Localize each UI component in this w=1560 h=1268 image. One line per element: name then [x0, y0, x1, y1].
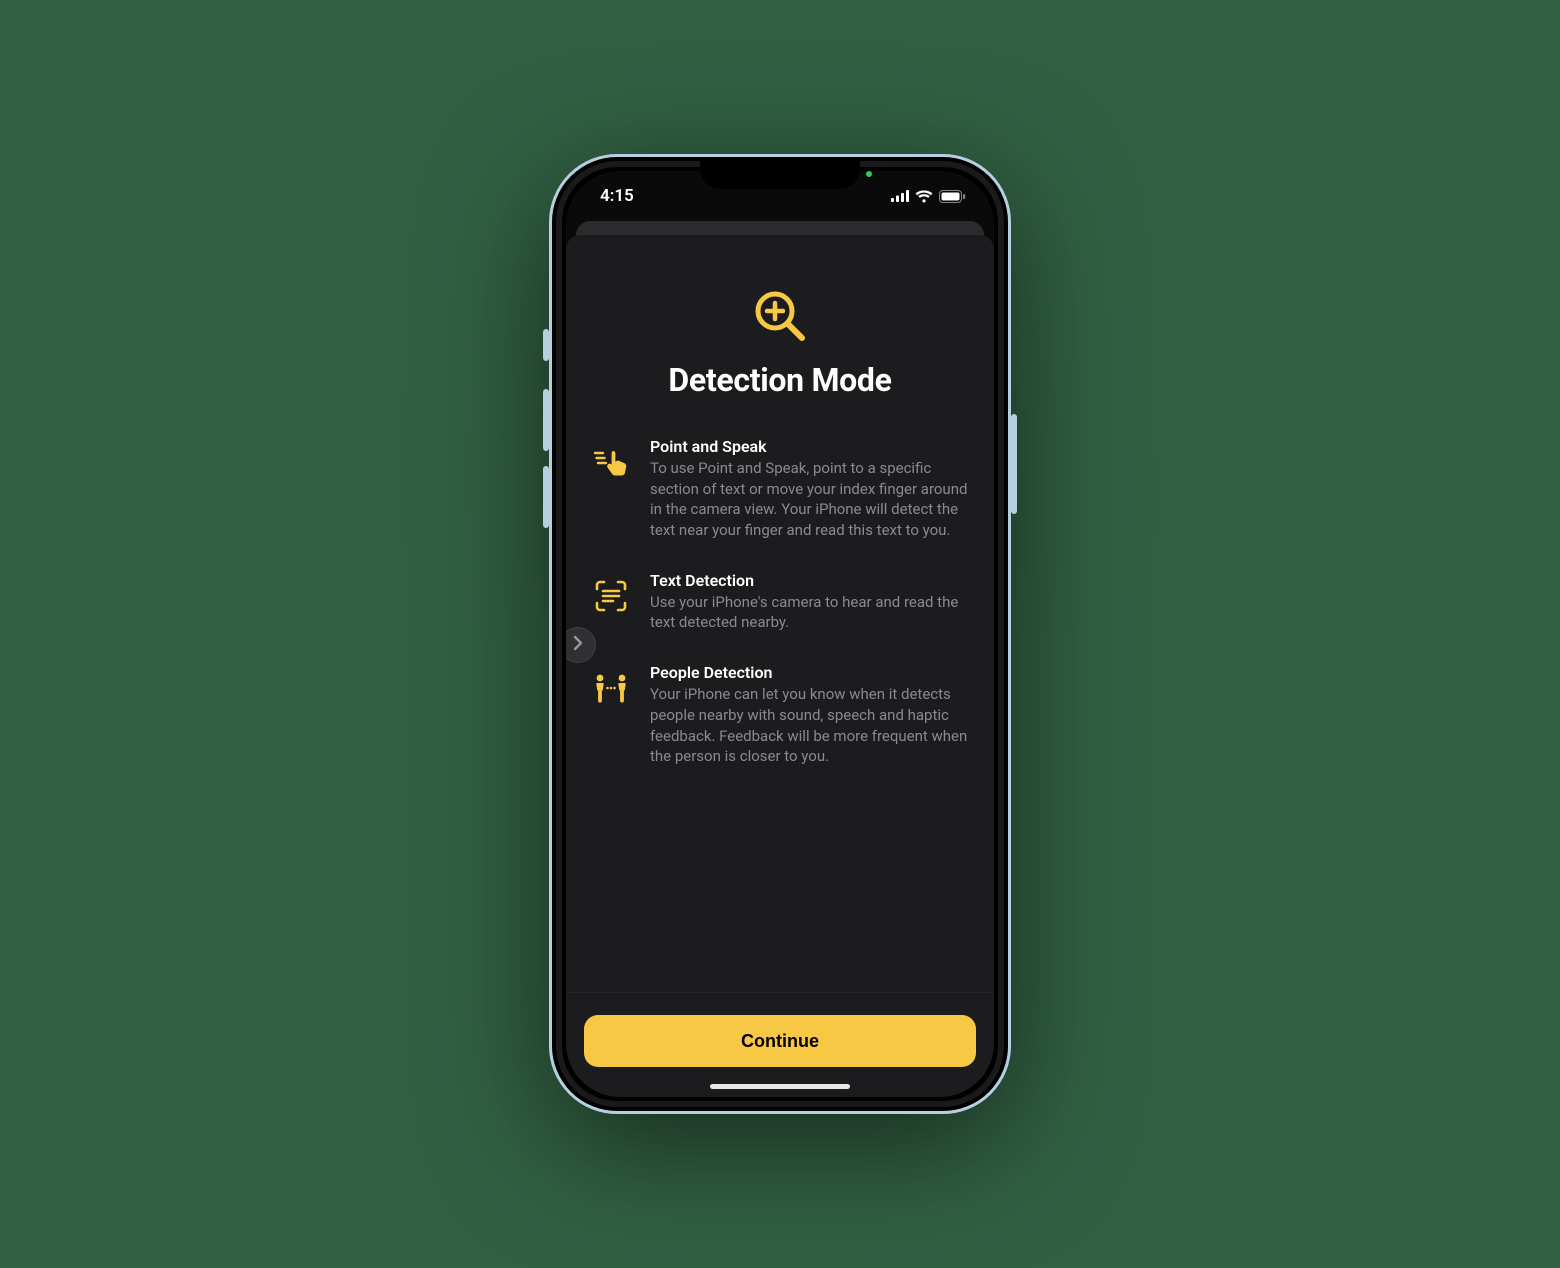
- status-right: [891, 190, 966, 203]
- continue-button[interactable]: Continue: [584, 1015, 976, 1067]
- text-detection-icon: [592, 577, 630, 615]
- feature-title: Point and Speak: [650, 437, 968, 456]
- page-title: Detection Mode: [668, 361, 891, 399]
- onboarding-sheet: Detection Mode: [566, 235, 994, 1097]
- feature-desc: Your iPhone can let you know when it det…: [650, 684, 968, 767]
- people-detection-icon: [592, 669, 630, 707]
- status-bar: 4:15: [566, 171, 994, 221]
- magnifier-plus-icon: [749, 285, 811, 347]
- phone-mockup: 4:15: [549, 154, 1011, 1114]
- feature-people-detection: People Detection Your iPhone can let you…: [592, 663, 968, 767]
- status-time: 4:15: [600, 186, 634, 206]
- feature-desc: To use Point and Speak, point to a speci…: [650, 458, 968, 541]
- power-button: [1011, 414, 1017, 514]
- cellular-icon: [891, 190, 909, 202]
- feature-point-and-speak: Point and Speak To use Point and Speak, …: [592, 437, 968, 541]
- feature-list: Point and Speak To use Point and Speak, …: [592, 437, 968, 767]
- home-indicator[interactable]: [710, 1084, 850, 1089]
- feature-title: Text Detection: [650, 571, 968, 590]
- sheet-footer: Continue: [566, 992, 994, 1097]
- feature-desc: Use your iPhone's camera to hear and rea…: [650, 592, 968, 633]
- feature-title: People Detection: [650, 663, 968, 682]
- chevron-right-icon: [573, 635, 583, 655]
- wifi-icon: [915, 190, 933, 203]
- camera-indicator-dot: [866, 171, 872, 177]
- battery-icon: [939, 190, 966, 203]
- feature-text-detection: Text Detection Use your iPhone's camera …: [592, 571, 968, 633]
- screen: 4:15: [566, 171, 994, 1097]
- point-speak-icon: [592, 443, 630, 481]
